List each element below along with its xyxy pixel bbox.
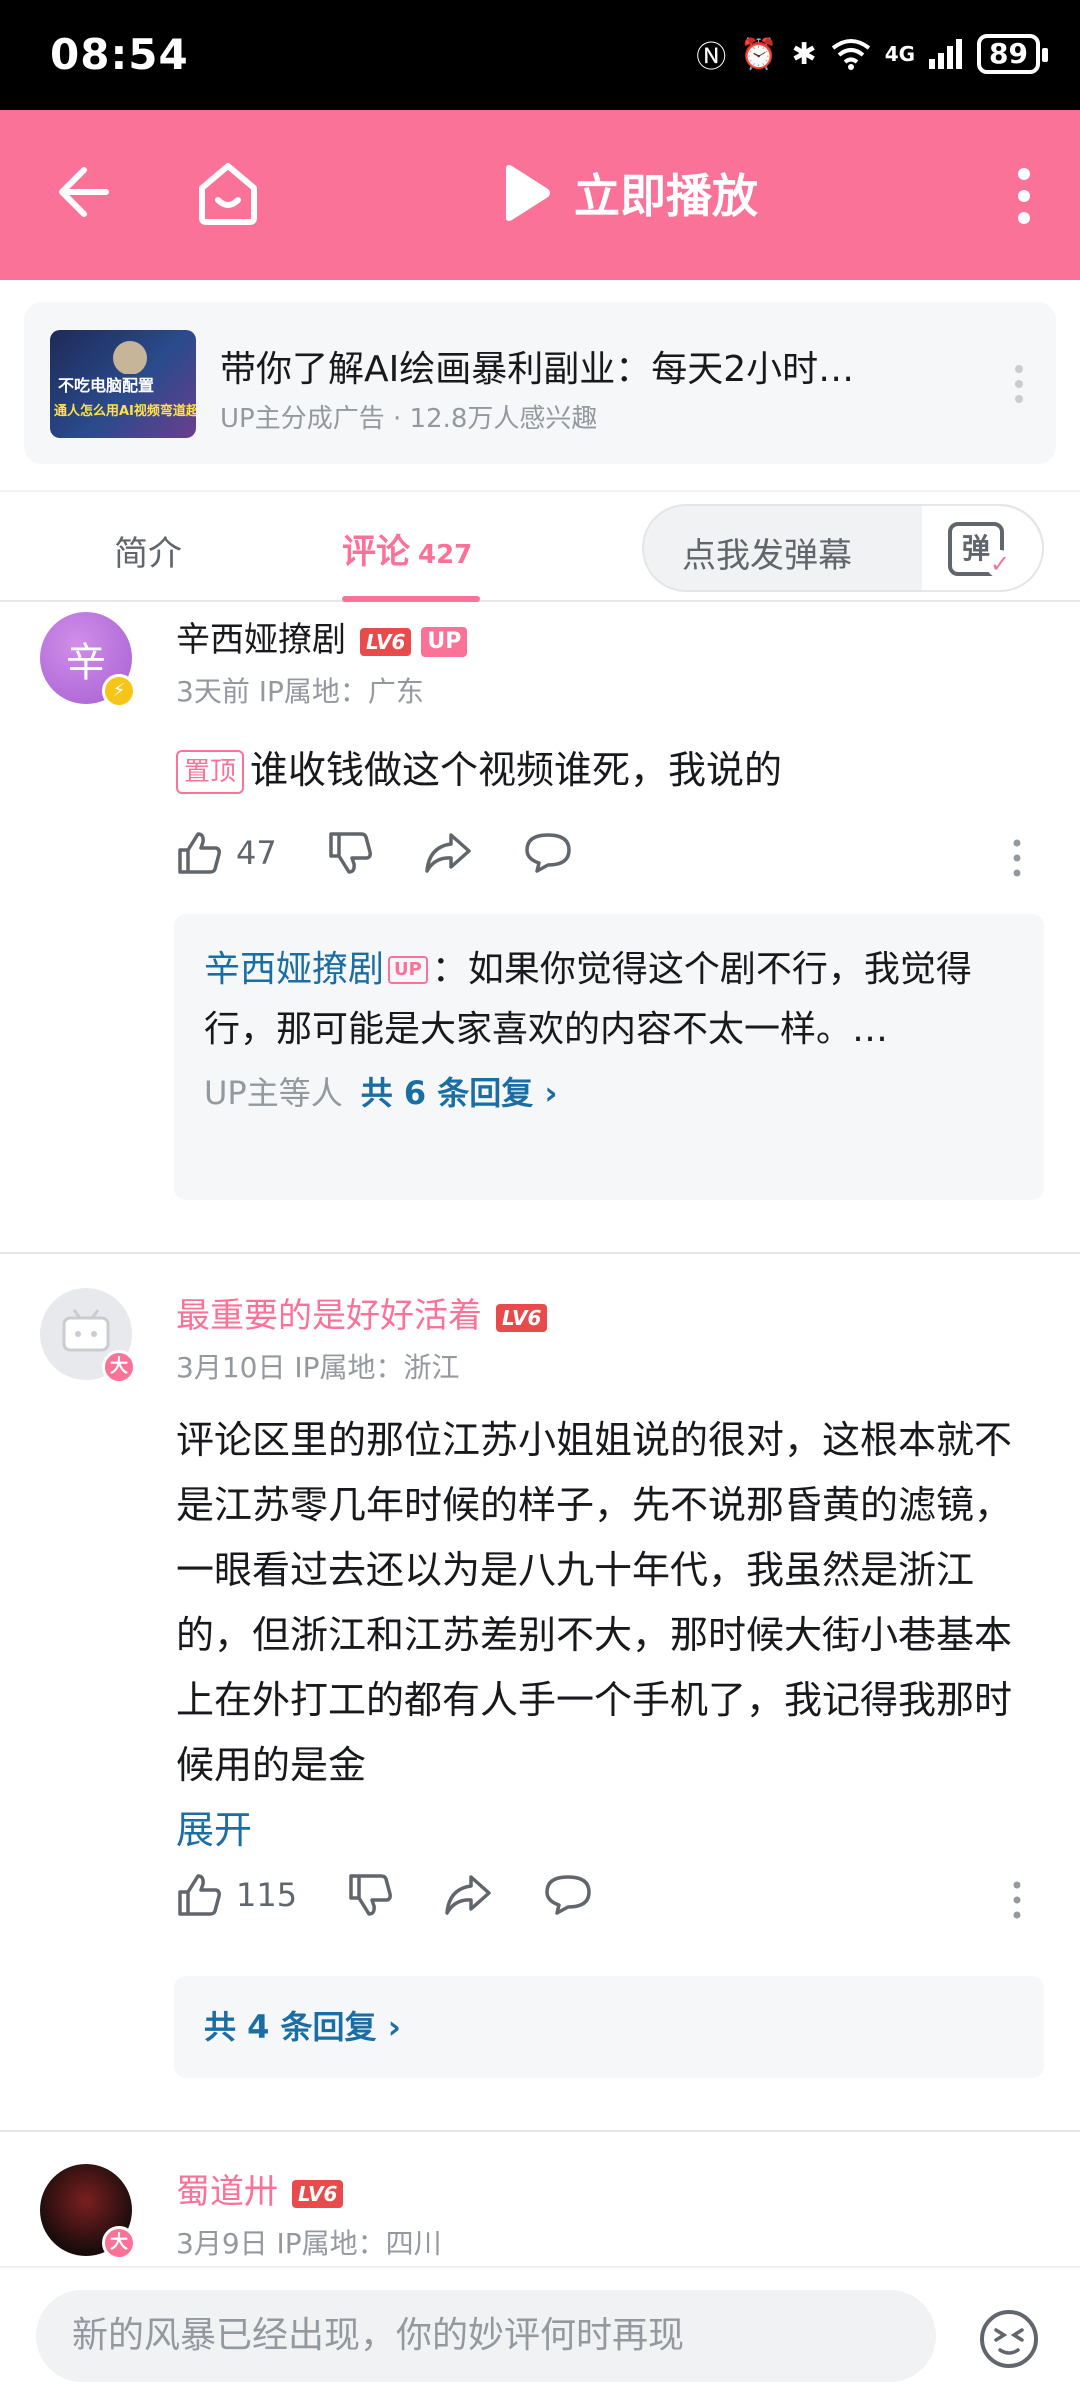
comment-body: 置顶 谁收钱做这个视频谁死，我说的	[176, 738, 1036, 803]
tab-intro[interactable]: 简介	[114, 526, 182, 575]
home-icon[interactable]	[196, 160, 260, 226]
reply-up-tag: UP	[388, 956, 428, 984]
like-button[interactable]: 115	[176, 1872, 297, 1918]
comment-username[interactable]: 辛西娅撩剧 LV6 UP	[176, 612, 468, 661]
share-icon	[424, 833, 471, 873]
thumbs-up-icon	[178, 1874, 221, 1916]
comment-body: 评论区里的那位江苏小姐姐说的很对，这根本就不是江苏零几年时候的样子，先不说那昏黄…	[176, 1408, 1036, 1863]
thumbs-down-icon	[328, 832, 372, 874]
dislike-button[interactable]	[347, 1872, 393, 1918]
comment-meta: 3月9日 IP属地：四川	[176, 2227, 442, 2260]
comment-bubble-icon	[545, 1875, 591, 1915]
ad-title: 带你了解AI绘画暴利副业：每天2小时…	[220, 349, 855, 390]
comment-actions: 47	[176, 830, 623, 876]
wifi-icon	[831, 39, 870, 70]
reply-footer: UP主等人共 6 条回复 ›	[204, 1068, 1014, 1114]
comment-item: 大 蜀道卅 LV6 3月9日 IP属地：四川	[0, 2150, 1080, 2266]
expand-link[interactable]: 展开	[176, 1808, 252, 1852]
share-button[interactable]	[423, 831, 473, 875]
battery-icon: 89	[977, 34, 1048, 74]
comment-bubble-icon	[524, 833, 571, 873]
avatar[interactable]: 辛 ⚡	[40, 612, 136, 708]
comment-more-icon[interactable]	[1012, 1880, 1022, 1920]
view-replies-link[interactable]: 共 4 条回复 ›	[204, 2008, 401, 2046]
danmaku-toggle-button[interactable]: 弹 ✓	[922, 506, 1042, 590]
play-now-button[interactable]: 立即播放	[500, 160, 758, 226]
username-text: 辛西娅撩剧	[176, 620, 346, 660]
tab-bar: 简介 评论 427 点我发弹幕 弹 ✓	[0, 490, 1080, 602]
danmaku-check-icon: ✓	[986, 550, 1014, 578]
dislike-button[interactable]	[327, 830, 373, 876]
share-icon	[445, 1875, 491, 1915]
verified-badge-icon: ⚡	[102, 674, 136, 708]
reply-footer: 共 4 条回复 ›	[204, 2002, 1014, 2048]
comment-input[interactable]: 新的风暴已经出现，你的妙评何时再现	[36, 2290, 936, 2382]
tab-comments-label: 评论	[342, 532, 410, 572]
play-now-label: 立即播放	[574, 169, 758, 223]
emoji-icon[interactable]	[978, 2308, 1040, 2370]
ad-more-icon[interactable]	[1014, 364, 1024, 404]
comment-more-icon[interactable]	[1012, 838, 1022, 878]
reply-text: 辛西娅撩剧 UP ：如果你觉得这个剧不行，我觉得行，那可能是大家喜欢的内容不太一样。…	[204, 940, 1014, 1060]
like-count: 47	[236, 834, 277, 872]
thumbs-up-icon	[178, 832, 221, 874]
reply-button[interactable]	[523, 831, 573, 875]
comment-text: 谁收钱做这个视频谁死，我说的	[250, 748, 783, 792]
reply-button[interactable]	[543, 1873, 593, 1917]
comment-item: 大 最重要的是好好活着 LV6 3月10日 IP属地：浙江 评论区里的那位江苏小姐…	[0, 1272, 1080, 2112]
reply-author[interactable]: 辛西娅撩剧	[204, 949, 384, 990]
avatar[interactable]: 大	[40, 1288, 136, 1384]
comment-meta: 3月10日 IP属地：浙江	[176, 1351, 460, 1384]
ad-thumbnail: 不吃电脑配置 通人怎么用AI视频弯道超	[50, 330, 196, 438]
vip-badge-icon: 大	[102, 1350, 136, 1384]
thumbs-down-icon	[349, 1874, 393, 1916]
username-text: 蜀道卅	[176, 2172, 278, 2212]
comment-divider	[0, 1252, 1080, 1254]
back-arrow-icon[interactable]	[52, 162, 112, 222]
comment-username[interactable]: 蜀道卅 LV6	[176, 2164, 344, 2213]
ad-thumbnail-text-2: 通人怎么用AI视频弯道超	[54, 404, 196, 419]
alarm-icon: ⏰	[740, 36, 778, 72]
reply-preview[interactable]: 共 4 条回复 ›	[174, 1976, 1044, 2078]
level-badge: LV6	[496, 1303, 548, 1332]
reply-preview[interactable]: 辛西娅撩剧 UP ：如果你觉得这个剧不行，我觉得行，那可能是大家喜欢的内容不太一样。…	[174, 914, 1044, 1200]
video-top-bar: 立即播放	[0, 110, 1080, 280]
danmaku-input[interactable]: 点我发弹幕 弹 ✓	[642, 504, 1044, 592]
comment-meta: 3天前 IP属地：广东	[176, 675, 424, 708]
play-icon	[506, 165, 550, 221]
vip-badge-icon: 大	[102, 2226, 136, 2260]
ad-thumbnail-cat	[102, 334, 158, 374]
like-button[interactable]: 47	[176, 830, 277, 876]
like-count: 115	[236, 1876, 298, 1914]
tab-comments[interactable]: 评论 427	[342, 524, 472, 573]
more-vertical-icon[interactable]	[1016, 166, 1032, 226]
level-badge: LV6	[360, 627, 412, 656]
status-time: 08:54	[50, 30, 189, 79]
comment-text: 评论区里的那位江苏小姐姐说的很对，这根本就不是江苏零几年时候的样子，先不说那昏黄…	[176, 1418, 1013, 1787]
ad-subtitle: UP主分成广告 · 12.8万人感兴趣	[220, 404, 598, 434]
up-tag: UP	[421, 626, 468, 657]
username-text: 最重要的是好好活着	[176, 1296, 482, 1336]
comment-item: 辛 ⚡ 辛西娅撩剧 LV6 UP 3天前 IP属地：广东 置顶 谁收钱做这个视频谁死，…	[0, 602, 1080, 1242]
reply-footer-text: UP主等人	[204, 1074, 343, 1112]
comment-divider	[0, 2130, 1080, 2132]
comment-composer: 新的风暴已经出现，你的妙评何时再现	[0, 2266, 1080, 2400]
pinned-tag: 置顶	[176, 750, 245, 794]
bluetooth-icon: ✱	[791, 36, 817, 72]
comment-actions: 115	[176, 1872, 643, 1918]
avatar[interactable]: 大	[40, 2164, 136, 2260]
ad-thumbnail-text-1: 不吃电脑配置	[58, 376, 155, 395]
status-icons: Ⓝ ⏰ ✱ 4G 89	[696, 32, 1048, 76]
share-button[interactable]	[443, 1873, 493, 1917]
danmaku-placeholder: 点我发弹幕	[682, 536, 852, 576]
signal-icon	[929, 39, 963, 69]
view-replies-link[interactable]: 共 6 条回复 ›	[361, 1074, 558, 1112]
nfc-icon: Ⓝ	[696, 40, 727, 75]
comment-count: 427	[418, 540, 473, 570]
level-badge: LV6	[292, 2179, 344, 2208]
status-bar: 08:54 Ⓝ ⏰ ✱ 4G 89	[0, 0, 1080, 110]
comment-username[interactable]: 最重要的是好好活着 LV6	[176, 1288, 548, 1337]
network-type: 4G	[884, 42, 916, 66]
ad-card[interactable]: 不吃电脑配置 通人怎么用AI视频弯道超 带你了解AI绘画暴利副业：每天2小时… …	[24, 302, 1056, 464]
